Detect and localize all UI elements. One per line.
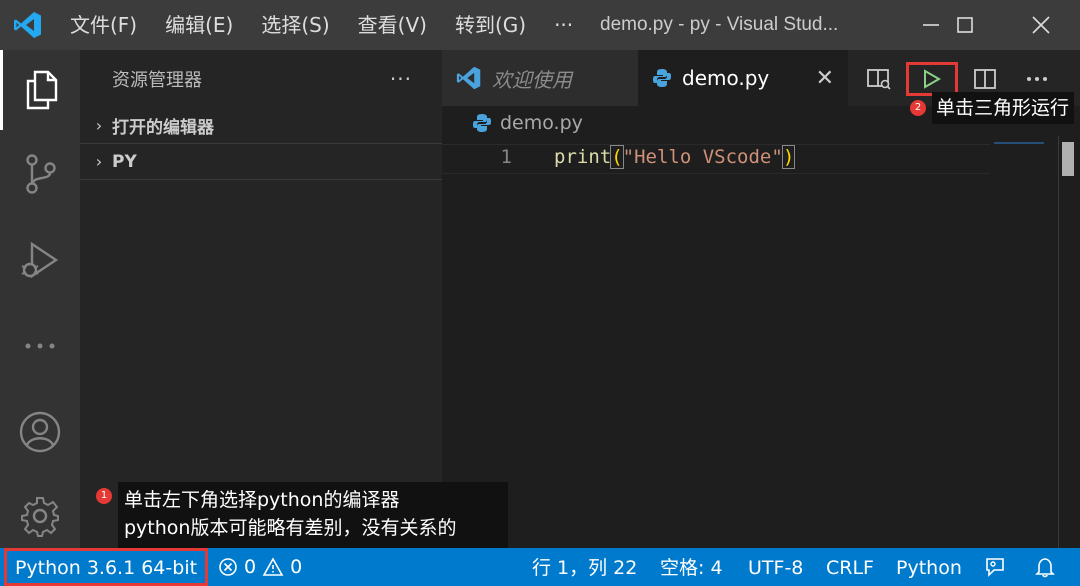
settings-gear-icon — [21, 497, 59, 537]
vscode-logo-icon — [0, 0, 56, 50]
code-function: print — [554, 146, 612, 168]
feedback-icon — [986, 558, 1004, 577]
error-count: 0 — [244, 556, 257, 578]
chevron-right-icon: › — [95, 116, 103, 135]
sidebar-more-button[interactable]: ··· — [390, 67, 412, 91]
activity-explorer[interactable] — [0, 50, 80, 130]
section-label: 打开的编辑器 — [112, 118, 214, 138]
title-bar: 文件(F) 编辑(E) 选择(S) 查看(V) 转到(G) ··· demo.p… — [0, 0, 1080, 50]
notifications-button[interactable] — [1034, 548, 1056, 586]
tab-demo-py[interactable]: demo.py ✕ — [638, 50, 848, 106]
bell-icon — [1035, 558, 1055, 578]
language-mode[interactable]: Python — [896, 548, 962, 586]
problems-indicator[interactable]: 0 0 — [218, 548, 302, 586]
activity-bar — [0, 50, 80, 548]
annotation-line-1: 单击左下角选择python的编译器 — [124, 489, 400, 511]
warning-count: 0 — [290, 556, 303, 578]
annotation-run-hint: 单击三角形运行 — [932, 92, 1074, 124]
more-icon — [25, 343, 55, 349]
code-paren-close: ) — [781, 145, 796, 169]
end-of-line[interactable]: CRLF — [826, 548, 874, 586]
explorer-icon — [26, 70, 57, 110]
section-label: PY — [112, 151, 137, 172]
python-file-icon — [473, 114, 491, 132]
annotation-badge-1: 1 — [96, 488, 112, 504]
warning-icon — [262, 557, 284, 576]
menu-edit[interactable]: 编辑(E) — [151, 0, 247, 50]
sidebar-section-open-editors[interactable]: › 打开的编辑器 — [80, 108, 442, 144]
menu-file[interactable]: 文件(F) — [56, 0, 151, 50]
close-icon — [1032, 16, 1050, 34]
error-icon — [219, 558, 237, 576]
sidebar-title: 资源管理器 — [112, 70, 202, 91]
breadcrumb-file: demo.py — [500, 112, 583, 134]
feedback-button[interactable] — [984, 548, 1006, 586]
vscode-logo-icon — [456, 66, 481, 90]
status-bar: Python 3.6.1 64-bit 0 0 行 1，列 22 空格: 4 U… — [0, 548, 1080, 586]
close-window-button[interactable] — [1006, 0, 1076, 50]
menu-bar: 文件(F) 编辑(E) 选择(S) 查看(V) 转到(G) ··· — [56, 0, 587, 50]
python-interpreter-selector[interactable]: Python 3.6.1 64-bit — [4, 548, 208, 586]
sidebar-section-py[interactable]: › PY — [80, 144, 442, 180]
split-editor-button[interactable] — [970, 64, 1000, 94]
more-actions-button[interactable] — [1022, 64, 1052, 94]
open-preview-icon — [867, 69, 891, 90]
maximize-button[interactable] — [930, 0, 1000, 50]
account-icon — [19, 411, 61, 453]
run-debug-icon — [21, 241, 59, 279]
cursor-position[interactable]: 行 1，列 22 — [532, 548, 637, 586]
minimap[interactable] — [994, 142, 1044, 144]
line-number: 1 — [500, 146, 512, 168]
menu-more[interactable]: ··· — [540, 0, 587, 50]
menu-view[interactable]: 查看(V) — [344, 0, 441, 50]
code-editor[interactable]: demo.py 1 print("Hello VScode") — [442, 106, 1080, 548]
sidebar-header: 资源管理器 ··· — [80, 50, 442, 108]
code-string: "Hello VScode" — [622, 146, 783, 168]
tab-label: demo.py — [682, 66, 770, 90]
menu-go[interactable]: 转到(G) — [441, 0, 540, 50]
overview-ruler — [1058, 136, 1059, 548]
activity-source-control[interactable] — [0, 134, 80, 214]
menu-selection[interactable]: 选择(S) — [247, 0, 343, 50]
code-paren-open: ( — [610, 145, 624, 169]
run-button-highlight — [906, 62, 958, 96]
activity-account[interactable] — [0, 392, 80, 472]
code-line[interactable]: print("Hello VScode") — [554, 145, 796, 169]
annotation-line-2: python版本可能略有差别，没有关系的 — [124, 517, 457, 539]
annotation-badge-2: 2 — [910, 100, 926, 116]
open-preview-button[interactable] — [864, 64, 894, 94]
breadcrumb[interactable]: demo.py — [472, 112, 583, 134]
scrollbar-thumb[interactable] — [1062, 142, 1074, 176]
chevron-right-icon: › — [95, 152, 103, 171]
activity-settings[interactable] — [0, 476, 80, 556]
activity-run-debug[interactable] — [0, 220, 80, 300]
more-actions-icon — [1027, 77, 1047, 81]
tab-label: 欢迎使用 — [492, 67, 572, 92]
tab-close-icon[interactable]: ✕ — [816, 66, 834, 91]
explorer-sidebar: 资源管理器 ··· › 打开的编辑器 › PY — [80, 50, 442, 548]
indentation[interactable]: 空格: 4 — [660, 548, 723, 586]
activity-more[interactable] — [0, 306, 80, 386]
split-editor-icon — [974, 69, 996, 89]
maximize-icon — [957, 17, 973, 33]
tab-welcome[interactable]: 欢迎使用 — [442, 50, 638, 106]
window-title: demo.py - py - Visual Stud... — [600, 14, 839, 35]
encoding[interactable]: UTF-8 — [748, 548, 803, 586]
source-control-icon — [26, 154, 56, 194]
annotation-interpreter-hint: 单击左下角选择python的编译器 python版本可能略有差别，没有关系的 — [118, 482, 508, 548]
python-file-icon — [653, 69, 671, 87]
